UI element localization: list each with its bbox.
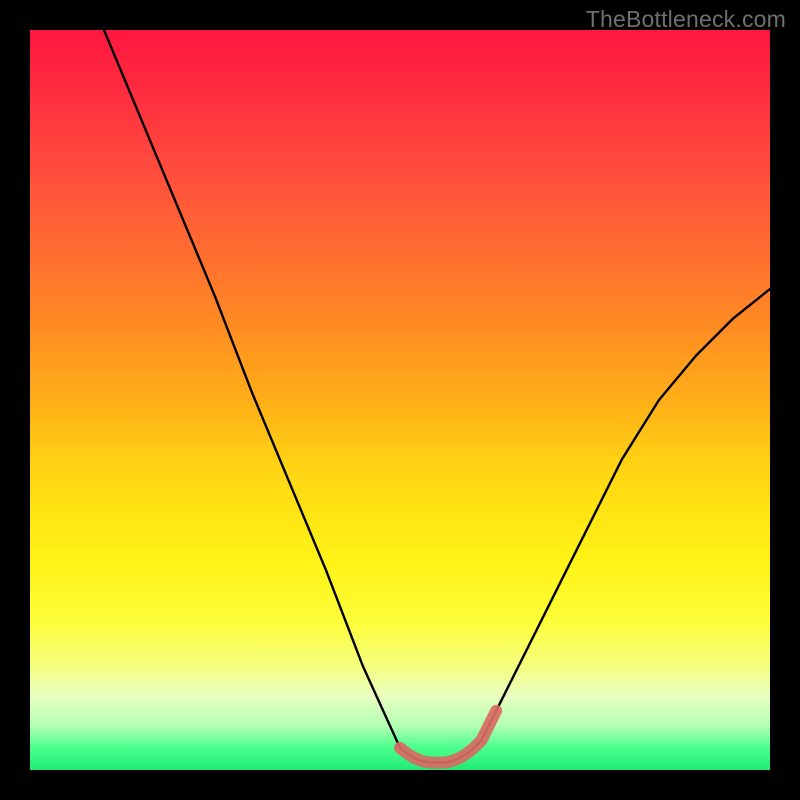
series-optimal-zone-highlight <box>400 711 496 763</box>
curve-svg <box>30 30 770 770</box>
series-bottleneck-curve <box>104 30 770 763</box>
watermark-text: TheBottleneck.com <box>586 6 786 33</box>
plot-area <box>30 30 770 770</box>
chart-frame: TheBottleneck.com <box>0 0 800 800</box>
